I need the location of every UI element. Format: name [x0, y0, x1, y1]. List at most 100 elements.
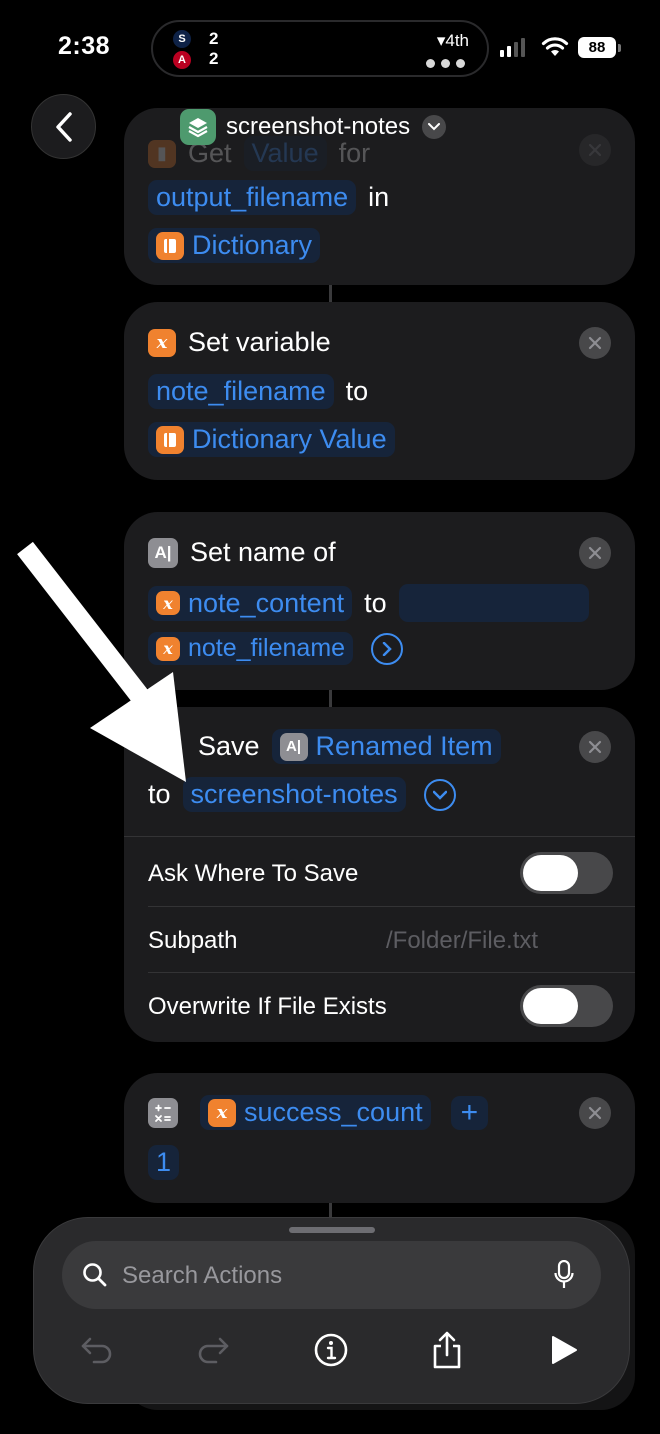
- divider: [148, 972, 635, 973]
- to-label: to: [345, 376, 369, 406]
- x-variable-icon: x: [208, 1098, 236, 1127]
- success-count-label: success_count: [244, 1097, 423, 1127]
- calculate-row: x success_count +: [148, 1095, 489, 1130]
- book-icon: [156, 231, 184, 260]
- set-variable-action-card[interactable]: x Set variable note_filename to Dictiona…: [124, 302, 635, 480]
- dynamic-island-live-activity[interactable]: S A 2 2 ▾4th: [151, 20, 489, 77]
- calculate-action-card[interactable]: x success_count + 1: [124, 1073, 635, 1203]
- chevron-left-icon: [55, 111, 72, 142]
- set-variable-label: Set variable: [188, 327, 331, 357]
- success-count-token[interactable]: x success_count: [200, 1095, 431, 1130]
- set-name-action-card[interactable]: A| Set name of x note_content to x note_…: [124, 512, 635, 690]
- shortcut-title-menu[interactable]: screenshot-notes: [180, 109, 447, 145]
- set-variable-name-row: note_filename to: [148, 374, 380, 409]
- expand-button[interactable]: [371, 632, 404, 665]
- calculator-icon: [148, 1097, 178, 1128]
- team-a-score: 2: [209, 29, 219, 48]
- status-time: 2:38: [58, 32, 111, 60]
- renamed-item-token[interactable]: A| Renamed Item: [271, 729, 501, 764]
- close-icon: [588, 740, 602, 754]
- info-button[interactable]: [309, 1328, 353, 1372]
- set-name-item-row: x note_content to: [148, 584, 589, 622]
- remove-action-button[interactable]: [579, 731, 611, 763]
- remove-action-button[interactable]: [579, 134, 611, 166]
- team-b-logo: A: [173, 51, 191, 69]
- chevron-down-icon: [422, 115, 447, 139]
- ask-where-to-save-label: Ask Where To Save: [148, 860, 359, 887]
- text-cursor-icon: A|: [279, 732, 308, 761]
- folder-token[interactable]: screenshot-notes: [182, 777, 406, 812]
- page-title: screenshot-notes: [226, 113, 411, 140]
- subpath-input[interactable]: /Folder/File.txt: [386, 927, 538, 955]
- search-placeholder: Search Actions: [122, 1262, 283, 1289]
- overwrite-label: Overwrite If File Exists: [148, 993, 387, 1020]
- note-content-label: note_content: [188, 587, 345, 618]
- set-variable-header-row: x Set variable: [148, 327, 343, 358]
- cellular-signal-icon: [500, 38, 525, 57]
- bases-indicator: [426, 59, 465, 68]
- output-filename-token[interactable]: output_filename: [148, 180, 357, 215]
- team-a-logo: S: [173, 30, 191, 48]
- run-button[interactable]: [542, 1328, 586, 1372]
- remove-action-button[interactable]: [579, 537, 611, 569]
- dictionary-token[interactable]: Dictionary: [148, 228, 321, 263]
- in-label: in: [368, 182, 390, 212]
- chevron-right-icon: [382, 641, 392, 656]
- set-variable-value-row: Dictionary Value: [148, 422, 395, 457]
- team-b-score: 2: [209, 49, 219, 68]
- redo-button[interactable]: [191, 1328, 235, 1372]
- microphone-icon[interactable]: [554, 1260, 574, 1290]
- divider: [124, 836, 635, 837]
- chevron-down-icon: [432, 790, 447, 800]
- annotation-arrow-icon: [17, 541, 186, 782]
- ask-where-to-save-toggle[interactable]: [520, 852, 613, 894]
- overwrite-toggle[interactable]: [520, 985, 613, 1027]
- set-name-label: Set name of: [190, 537, 336, 567]
- inning-label: ▾4th: [436, 31, 469, 50]
- close-icon: [588, 1106, 602, 1120]
- divider: [148, 906, 635, 907]
- remove-action-button[interactable]: [579, 1097, 611, 1129]
- back-button[interactable]: [31, 94, 96, 159]
- sheet-grabber[interactable]: [289, 1227, 375, 1233]
- undo-button[interactable]: [75, 1328, 119, 1372]
- close-icon: [588, 546, 602, 560]
- subpath-label: Subpath: [148, 927, 238, 954]
- search-icon: [83, 1263, 107, 1287]
- to-label: to: [364, 587, 387, 618]
- remove-action-button[interactable]: [579, 327, 611, 359]
- save-label: Save: [198, 731, 260, 761]
- name-field-empty[interactable]: [398, 584, 589, 622]
- x-variable-icon: x: [148, 328, 176, 357]
- battery-indicator: 88: [578, 37, 616, 58]
- dictionary-value-label: Dictionary Value: [192, 424, 387, 454]
- play-icon: [552, 1336, 577, 1364]
- operator-token[interactable]: +: [450, 1095, 489, 1130]
- info-icon: [314, 1333, 348, 1367]
- operand-token[interactable]: 1: [148, 1145, 180, 1180]
- get-value-dict-row: Dictionary: [148, 228, 321, 263]
- layers-icon: [180, 109, 216, 145]
- undo-icon: [81, 1337, 112, 1364]
- note-filename-token[interactable]: note_filename: [148, 374, 334, 409]
- book-icon: ▮: [148, 139, 176, 168]
- book-icon: [156, 425, 184, 454]
- action-connector: [329, 285, 332, 302]
- action-connector: [329, 690, 332, 707]
- close-icon: [588, 143, 602, 157]
- dictionary-value-token[interactable]: Dictionary Value: [148, 422, 395, 457]
- calculate-operand-row: 1: [148, 1145, 180, 1180]
- get-value-key-row: output_filename in: [148, 180, 401, 215]
- dictionary-token-label: Dictionary: [192, 230, 313, 260]
- share-button[interactable]: [425, 1328, 469, 1372]
- actions-bottom-sheet[interactable]: Search Actions: [33, 1217, 630, 1404]
- battery-cap: [618, 44, 621, 52]
- renamed-item-label: Renamed Item: [315, 731, 493, 761]
- close-icon: [588, 336, 602, 350]
- save-header-row: Save A| Renamed Item: [148, 729, 501, 764]
- search-actions-field[interactable]: Search Actions: [62, 1241, 601, 1309]
- collapse-button[interactable]: [423, 778, 456, 811]
- save-file-action-card[interactable]: Save A| Renamed Item to screenshot-notes…: [124, 707, 635, 1042]
- redo-icon: [198, 1337, 229, 1364]
- wifi-icon: [541, 37, 569, 56]
